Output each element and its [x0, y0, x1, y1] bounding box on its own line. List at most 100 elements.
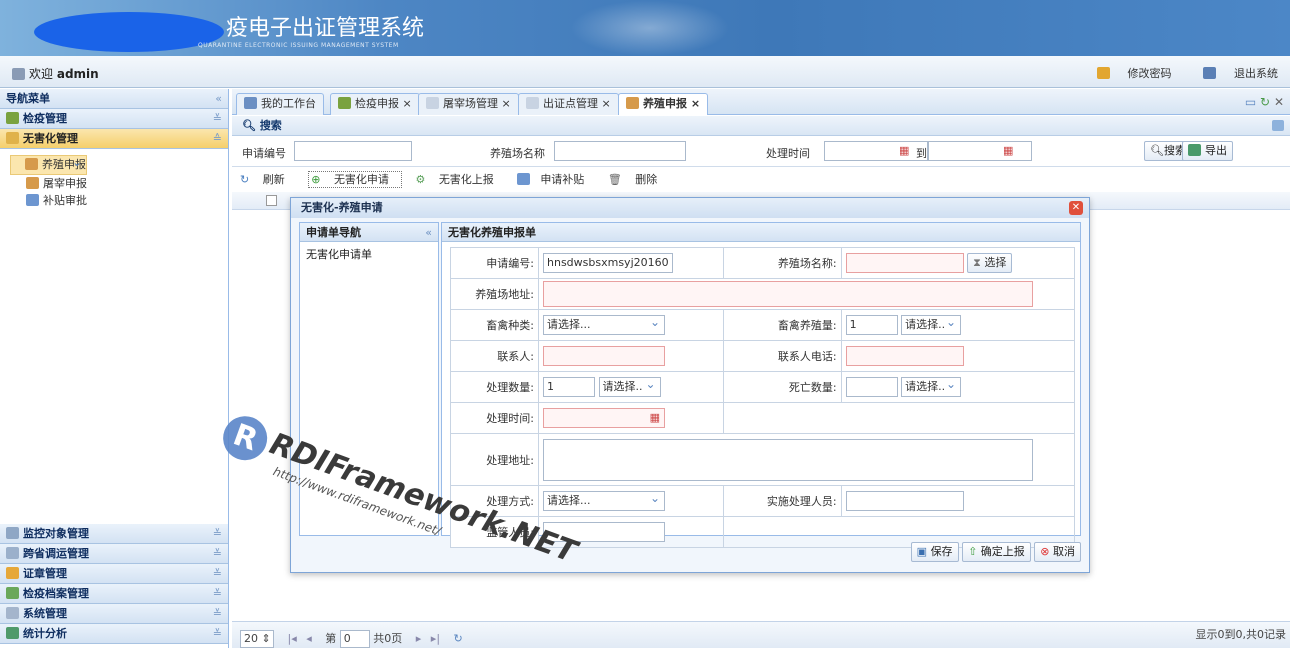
collapse-left-icon[interactable]: « [425, 223, 432, 242]
page-input[interactable]: 0 [339, 630, 370, 648]
logout-link[interactable]: 退出系统 [1189, 67, 1278, 80]
tab-quarantine-report[interactable]: 检疫申报 × [330, 93, 420, 115]
contact-label: 联系人: [450, 340, 539, 372]
group-label: 无害化管理 [23, 132, 78, 145]
tab-cert-point[interactable]: 出证点管理 × [518, 93, 619, 115]
phone-label: 联系人电话: [722, 340, 842, 372]
nav-header: 申请单导航 « [300, 223, 438, 242]
welcome-label: 欢迎 [29, 67, 54, 81]
stock-unit-select[interactable]: 请选择.. [901, 313, 962, 335]
contact-field[interactable] [543, 346, 665, 366]
farm-address-field[interactable] [543, 281, 1033, 307]
search-icon: 🔍︎ [242, 119, 256, 132]
stats-icon [6, 627, 19, 639]
logout-label: 退出系统 [1234, 67, 1278, 80]
sidebar-group-certificate[interactable]: 证章管理 ≚ [0, 564, 228, 584]
time-from-input[interactable]: ▦ [824, 141, 928, 161]
confirm-report-button[interactable]: ⇧ 确定上报 [962, 542, 1031, 562]
monitor-icon[interactable]: ▭ [1245, 95, 1256, 109]
reload-icon[interactable]: ↻ [454, 632, 463, 645]
calendar-icon[interactable]: ▦ [1003, 144, 1013, 157]
sidebar-group-transport[interactable]: 跨省调运管理 ≚ [0, 544, 228, 564]
sidebar-item-slaughter-report[interactable]: 屠宰申报 [0, 175, 228, 192]
tab-slaughterhouse[interactable]: 屠宰场管理 × [418, 93, 519, 115]
qty-value: 1 [547, 380, 554, 393]
sidebar-group-stats[interactable]: 统计分析 ≚ [0, 624, 228, 644]
first-page-icon[interactable]: |◂ [288, 632, 297, 645]
phone-field[interactable] [845, 346, 964, 366]
sidebar-group-quarantine[interactable]: 检疫管理 ≚ [0, 109, 228, 129]
last-page-icon[interactable]: ▸| [431, 632, 440, 645]
approval-icon [26, 194, 39, 206]
cancel-label: 取消 [1053, 545, 1075, 558]
choose-farm-button[interactable]: ⧗ 选择 [967, 253, 1013, 273]
sidebar-title-label: 导航菜单 [6, 92, 50, 105]
refresh-icon[interactable]: ↻ [1260, 95, 1270, 109]
group-label: 系统管理 [23, 607, 67, 620]
sidebar-item-subsidy-approval[interactable]: 补贴审批 [0, 192, 228, 209]
page-size-select[interactable]: 20 ⇕ [240, 630, 274, 648]
search-form: 申请编号 养殖场名称 处理时间 ▦ 到 ▦ 🔍︎搜索 导出 [232, 137, 1290, 167]
stock-label: 畜禽养殖量: [722, 309, 842, 341]
tab-farm-report[interactable]: 养殖申报 × [618, 93, 709, 115]
select-all-checkbox[interactable] [266, 195, 277, 206]
sidebar-group-monitor[interactable]: 监控对象管理 ≚ [0, 524, 228, 544]
user-bar: 欢迎 admin 修改密码 退出系统 [0, 56, 1290, 88]
apply-no-field[interactable]: hnsdwsbsxmsyj20160 [543, 253, 673, 273]
staff-field[interactable] [845, 491, 964, 511]
calendar-icon[interactable]: ▦ [899, 144, 909, 157]
address-field[interactable] [543, 438, 1033, 481]
delete-button[interactable]: 🗑︎ 删除 [608, 173, 667, 186]
change-password-link[interactable]: 修改密码 [1083, 67, 1172, 80]
export-button[interactable]: 导出 [1182, 141, 1233, 161]
tab-label: 检疫申报 [355, 97, 399, 110]
time-to-input[interactable]: ▦ [928, 141, 1032, 161]
harmless-report-button[interactable]: ⚙ 无害化上报 [415, 173, 503, 186]
tab-workbench[interactable]: 我的工作台 [236, 93, 324, 115]
collapse-icon[interactable] [1272, 120, 1284, 131]
point-icon [526, 97, 539, 109]
save-label: 保存 [930, 545, 953, 558]
qty-stepper[interactable]: 1 [543, 377, 595, 397]
confirm-label: 确定上报 [980, 545, 1025, 558]
form-title: 无害化养殖申报单 [442, 223, 1080, 242]
header-banner: 疫电子出证管理系统 QUARANTINE ELECTRONIC ISSUING … [0, 0, 1290, 56]
nav-item-apply-form[interactable]: 无害化申请单 [300, 242, 438, 266]
supervisor-label: 监管人员: [450, 516, 539, 548]
harmless-apply-button[interactable]: ⊕ 无害化申请 [308, 171, 402, 188]
dead-unit-select[interactable]: 请选择.. [901, 375, 962, 397]
species-select[interactable]: 请选择... [543, 313, 665, 335]
farm-name-field[interactable] [845, 253, 964, 273]
stock-stepper[interactable]: 1 [845, 315, 898, 335]
close-icon[interactable]: ✕ [1274, 95, 1284, 109]
dialog-nav: 申请单导航 « 无害化申请单 [299, 222, 439, 536]
sidebar-group-harmless[interactable]: 无害化管理 ≙ [0, 129, 228, 149]
prev-page-icon[interactable]: ◂ [306, 632, 312, 645]
time-field[interactable]: ▦ [543, 408, 665, 428]
refresh-button[interactable]: ↻ 刷新 [240, 173, 295, 186]
save-button[interactable]: ▣ 保存 [910, 542, 959, 562]
sidebar-group-system[interactable]: 系统管理 ≚ [0, 604, 228, 624]
supervisor-field[interactable] [543, 522, 665, 542]
next-page-icon[interactable]: ▸ [416, 632, 422, 645]
collapse-left-icon[interactable]: « [215, 89, 222, 109]
sidebar-bottom-groups: 监控对象管理 ≚ 跨省调运管理 ≚ 证章管理 ≚ 检疫档案管理 ≚ 系统管理 ≚ 统计分析… [0, 524, 228, 644]
qty-unit-select[interactable]: 请选择.. [598, 375, 661, 397]
subsidy-button[interactable]: 申请补贴 [517, 173, 594, 186]
sidebar-item-farm-report[interactable]: 养殖申报 [10, 153, 87, 175]
sidebar-group-archive[interactable]: 检疫档案管理 ≚ [0, 584, 228, 604]
tab-label: 出证点管理 [543, 97, 598, 110]
calendar-icon[interactable]: ▦ [650, 409, 660, 427]
apply-no-input[interactable] [294, 141, 412, 161]
farm-name-label: 养殖场名称 [490, 147, 545, 160]
method-select[interactable]: 请选择... [543, 489, 665, 511]
chevron-down-icon: ≚ [212, 567, 222, 580]
close-icon[interactable]: ✕ [1069, 201, 1083, 215]
subsidy-label: 申请补贴 [540, 173, 585, 186]
dead-stepper[interactable] [845, 377, 898, 397]
farm-name-input[interactable] [554, 141, 686, 161]
item-label: 屠宰申报 [43, 177, 87, 190]
user-icon [12, 68, 25, 80]
search-icon: 🔍︎ [1150, 144, 1164, 157]
cancel-button[interactable]: ⊗ 取消 [1034, 542, 1081, 562]
